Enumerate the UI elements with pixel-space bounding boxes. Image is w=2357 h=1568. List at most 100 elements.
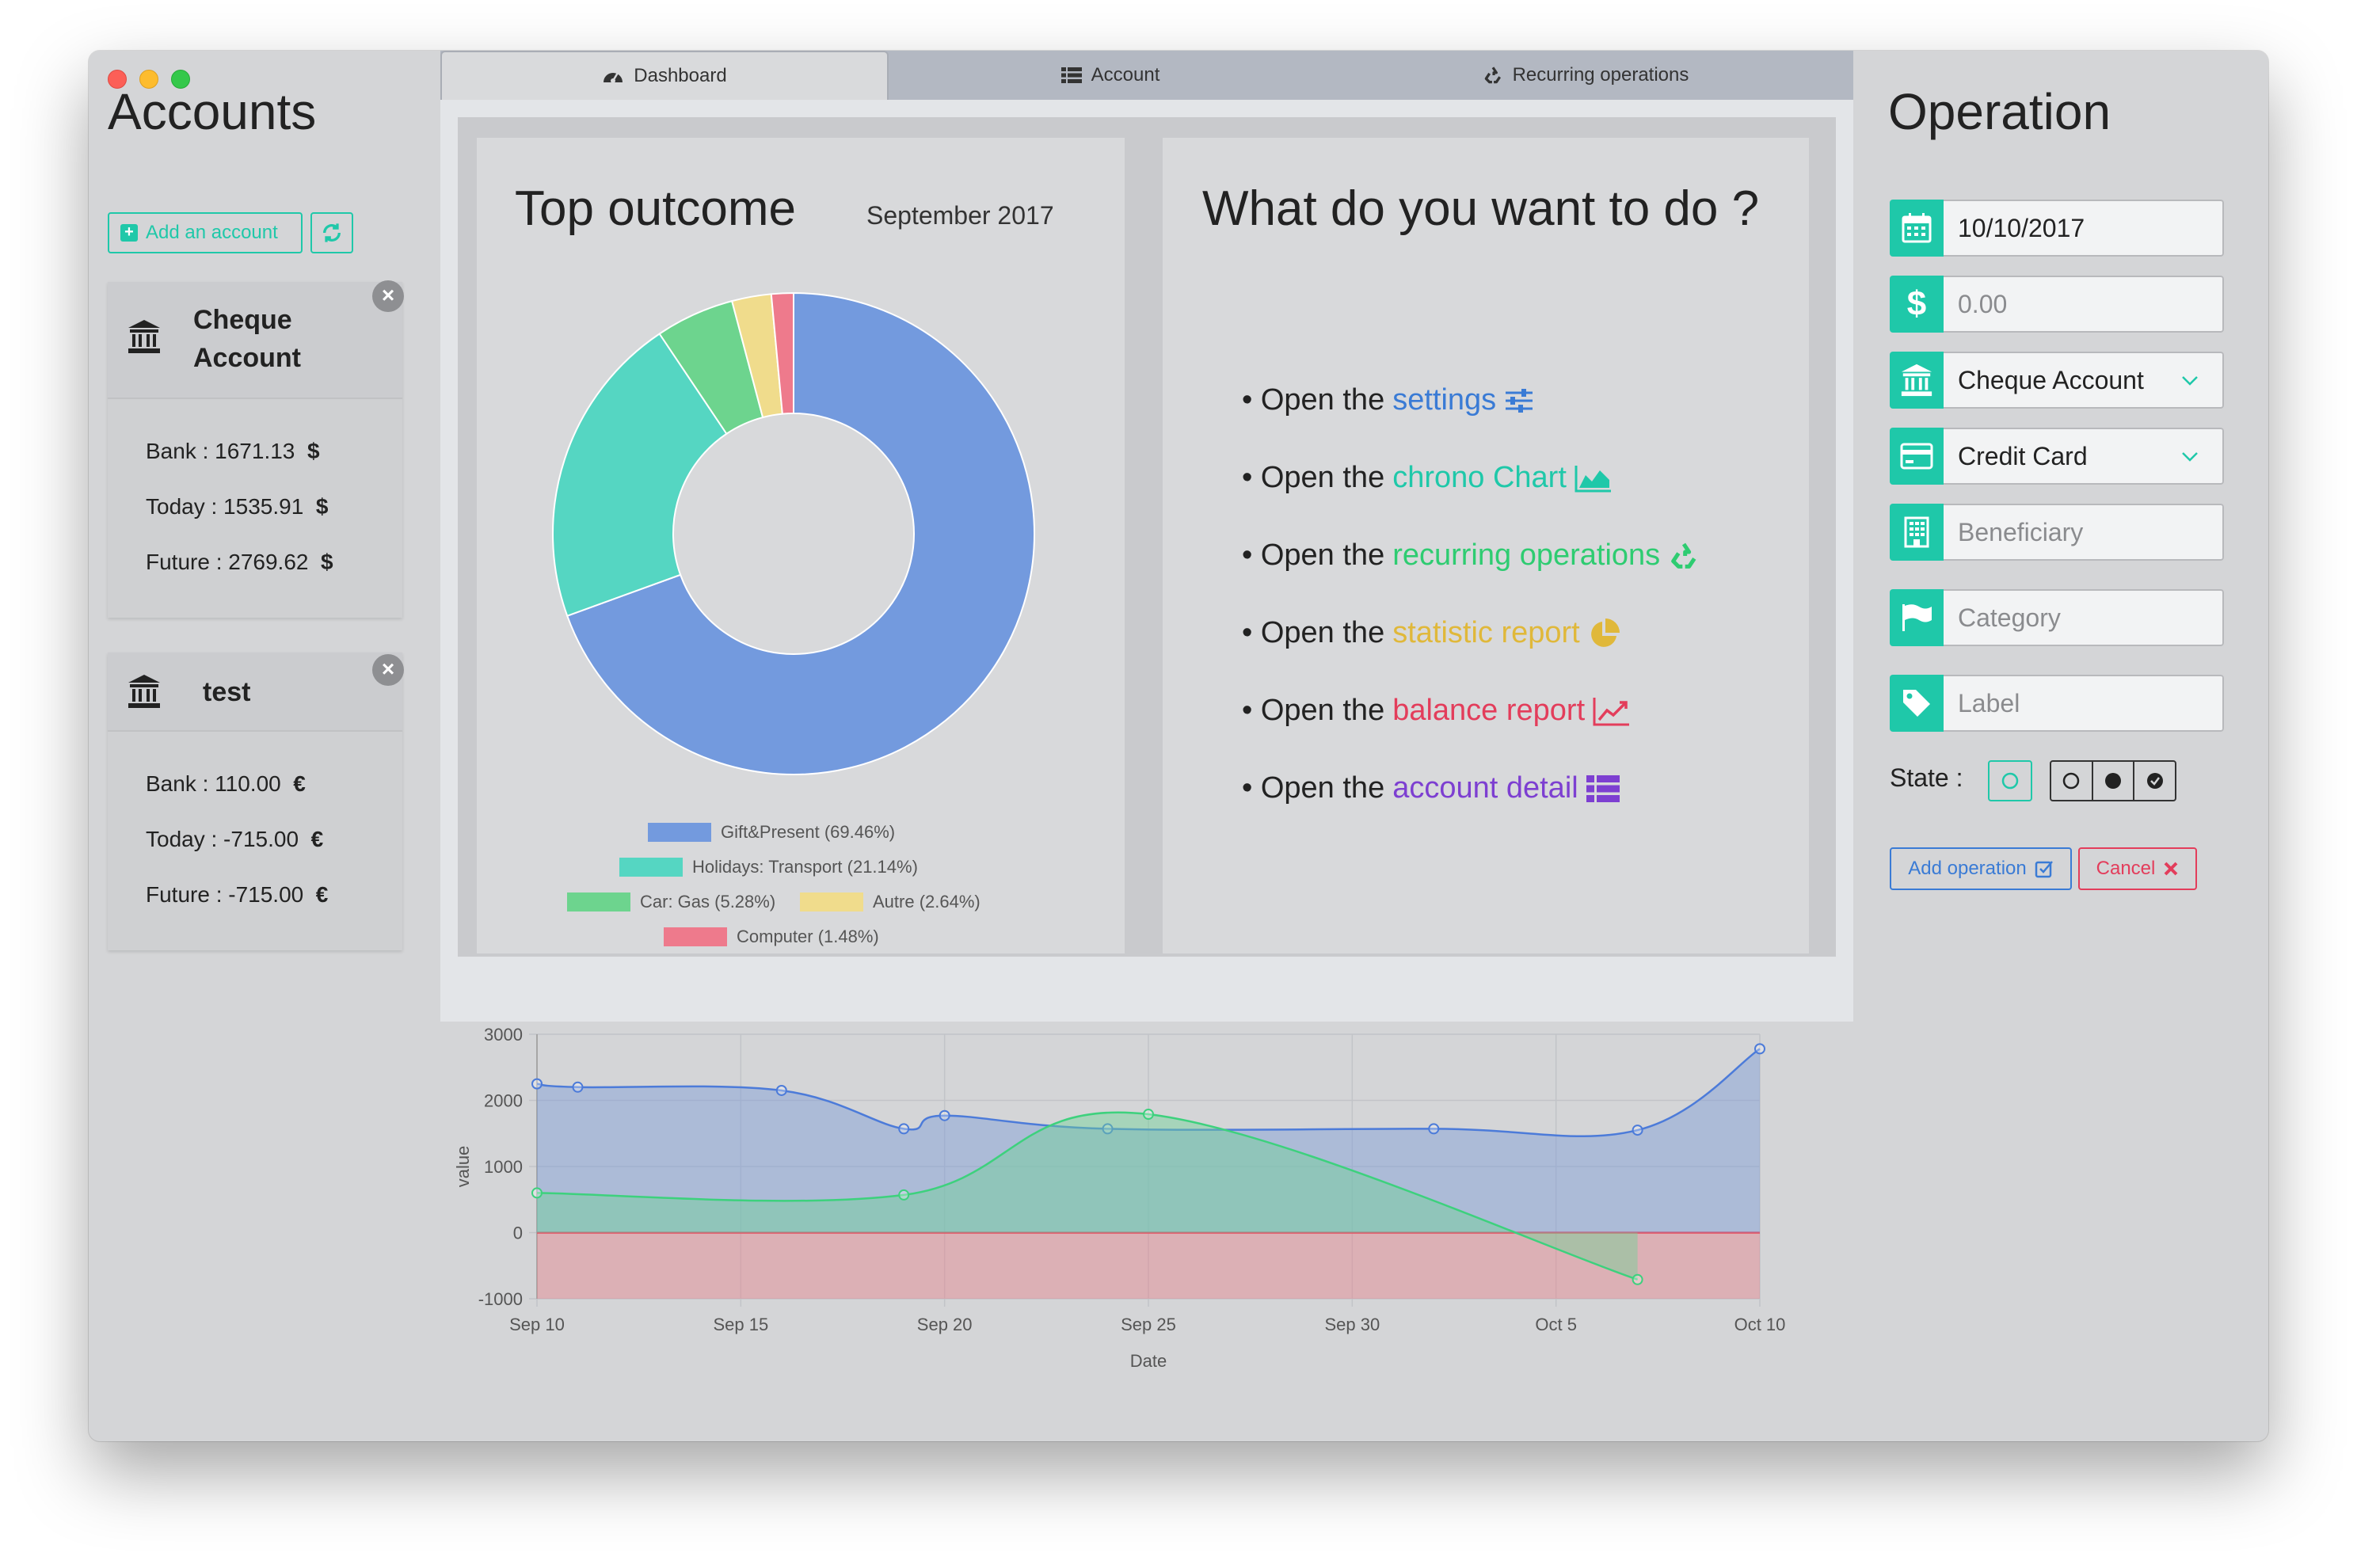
beneficiary-input[interactable]: Beneficiary <box>1944 504 2224 561</box>
account-bank-balance: Bank : 1671.13 $ <box>146 439 320 463</box>
state-label: State : <box>1890 763 1963 792</box>
bank-icon <box>128 675 160 708</box>
payment-select-field[interactable]: Credit Card <box>1890 428 2224 485</box>
list-icon[interactable] <box>1586 774 1620 803</box>
x-tick-label: Sep 20 <box>917 1315 973 1334</box>
balance-report-link[interactable]: balance report <box>1392 694 1585 728</box>
x-tick-label: Sep 10 <box>509 1315 565 1334</box>
y-tick-label: 2000 <box>484 1091 523 1111</box>
y-axis-label: value <box>453 1146 473 1188</box>
data-point[interactable] <box>1632 1273 1643 1285</box>
add-account-button[interactable]: + Add an account <box>108 212 303 253</box>
refresh-icon <box>323 223 341 242</box>
list-icon <box>1060 67 1082 83</box>
state-toggle-group <box>2050 760 2176 801</box>
x-tick-label: Sep 15 <box>713 1315 768 1334</box>
sliders-icon[interactable] <box>1504 388 1534 413</box>
data-point[interactable] <box>1143 1109 1154 1121</box>
legend-item: Holidays: Transport (21.14%) <box>619 857 918 877</box>
tab-label: Dashboard <box>634 65 727 86</box>
state-done-button[interactable] <box>2134 762 2175 800</box>
dollar-icon: $ <box>1906 284 1927 323</box>
y-tick-label: 1000 <box>484 1157 523 1177</box>
state-pending-button[interactable] <box>2093 762 2135 800</box>
legend-item: Gift&Present (69.46%) <box>648 822 895 843</box>
data-point[interactable] <box>531 1078 543 1090</box>
statistic-report-link[interactable]: statistic report <box>1392 616 1580 650</box>
settings-link[interactable]: settings <box>1392 383 1496 417</box>
tab-recurring-operations[interactable]: Recurring operations <box>1332 51 1839 100</box>
data-point[interactable] <box>898 1123 910 1135</box>
area-chart-icon[interactable] <box>1575 464 1613 493</box>
open-statistic-report-item: • Open the statistic report <box>1242 616 1621 650</box>
open-settings-item: • Open the settings <box>1242 383 1534 417</box>
data-point[interactable] <box>1428 1123 1440 1135</box>
account-card[interactable]: Cheque Account × Bank : 1671.13 $ Today … <box>108 280 404 618</box>
category-field[interactable]: Category <box>1890 589 2224 646</box>
tab-dashboard[interactable]: Dashboard <box>440 51 889 100</box>
data-point[interactable] <box>572 1081 584 1093</box>
add-operation-button[interactable]: Add operation <box>1890 847 2072 890</box>
recycle-icon[interactable] <box>1668 540 1700 572</box>
quick-actions-panel: What do you want to do ? • Open the sett… <box>1163 138 1809 953</box>
data-point[interactable] <box>775 1084 787 1096</box>
label-input[interactable]: Label <box>1944 675 2224 732</box>
check-square-icon <box>2035 861 2053 878</box>
open-account-detail-item: • Open the account detail <box>1242 771 1620 805</box>
empty-circle-icon <box>2063 772 2080 790</box>
cancel-button[interactable]: Cancel <box>2078 847 2197 890</box>
category-input[interactable]: Category <box>1944 589 2224 646</box>
state-open-button[interactable] <box>2051 762 2093 800</box>
recurring-operations-link[interactable]: recurring operations <box>1392 539 1660 573</box>
data-point[interactable] <box>939 1109 950 1121</box>
refresh-button[interactable] <box>310 212 353 253</box>
legend-label: Car: Gas (5.28%) <box>640 892 776 911</box>
delete-account-button[interactable]: × <box>372 654 404 686</box>
top-outcome-panel: Top outcome September 2017 Gift&Present … <box>477 138 1125 953</box>
account-card[interactable]: test × Bank : 110.00 € Today : -715.00 €… <box>108 653 404 950</box>
line-chart-icon[interactable] <box>1593 696 1631 726</box>
account-future-balance: Future : 2769.62 $ <box>146 550 333 574</box>
legend-item: Autre (2.64%) <box>800 892 980 912</box>
data-point[interactable] <box>1754 1043 1765 1055</box>
chrono-chart-link[interactable]: chrono Chart <box>1392 461 1567 495</box>
top-outcome-donut-chart <box>552 291 1035 775</box>
amount-field[interactable]: $ 0.00 <box>1890 276 2224 333</box>
check-circle-icon <box>2146 773 2163 789</box>
tag-icon <box>1903 690 1930 717</box>
beneficiary-field[interactable]: Beneficiary <box>1890 504 2224 561</box>
bank-icon <box>1901 363 1932 397</box>
open-balance-report-item: • Open the balance report <box>1242 694 1631 728</box>
account-select[interactable]: Cheque Account <box>1944 352 2224 409</box>
tab-label: Recurring operations <box>1512 64 1689 86</box>
data-point[interactable] <box>1632 1125 1643 1136</box>
date-input[interactable]: 10/10/2017 <box>1944 200 2224 257</box>
account-today-balance: Today : 1535.91 $ <box>146 494 329 519</box>
x-tick-label: Oct 5 <box>1535 1315 1577 1334</box>
y-tick-label: -1000 <box>478 1289 523 1309</box>
label-field[interactable]: Label <box>1890 675 2224 732</box>
tab-account[interactable]: Account <box>889 51 1332 100</box>
amount-input[interactable]: 0.00 <box>1944 276 2224 333</box>
flag-icon <box>1902 604 1932 631</box>
account-name: Cheque Account <box>193 305 301 373</box>
pie-chart-icon[interactable] <box>1588 617 1621 650</box>
data-point[interactable] <box>531 1187 543 1199</box>
open-recurring-operations-item: • Open the recurring operations <box>1242 539 1700 573</box>
operation-title: Operation <box>1888 83 2111 140</box>
account-detail-link[interactable]: account detail <box>1392 771 1578 805</box>
dashboard-icon <box>604 72 623 83</box>
account-select-field[interactable]: Cheque Account <box>1890 352 2224 409</box>
y-tick-label: 3000 <box>484 1025 523 1045</box>
date-field[interactable]: 10/10/2017 <box>1890 200 2224 257</box>
state-none-button[interactable] <box>1988 760 2032 801</box>
delete-account-button[interactable]: × <box>372 280 404 312</box>
plus-icon: + <box>120 224 138 242</box>
chevron-down-icon <box>2182 376 2198 386</box>
payment-select[interactable]: Credit Card <box>1944 428 2224 485</box>
close-icon <box>2164 862 2178 876</box>
x-tick-label: Oct 10 <box>1734 1315 1786 1334</box>
chevron-down-icon <box>2182 452 2198 462</box>
data-point[interactable] <box>898 1189 910 1201</box>
recycle-icon <box>1484 67 1501 84</box>
